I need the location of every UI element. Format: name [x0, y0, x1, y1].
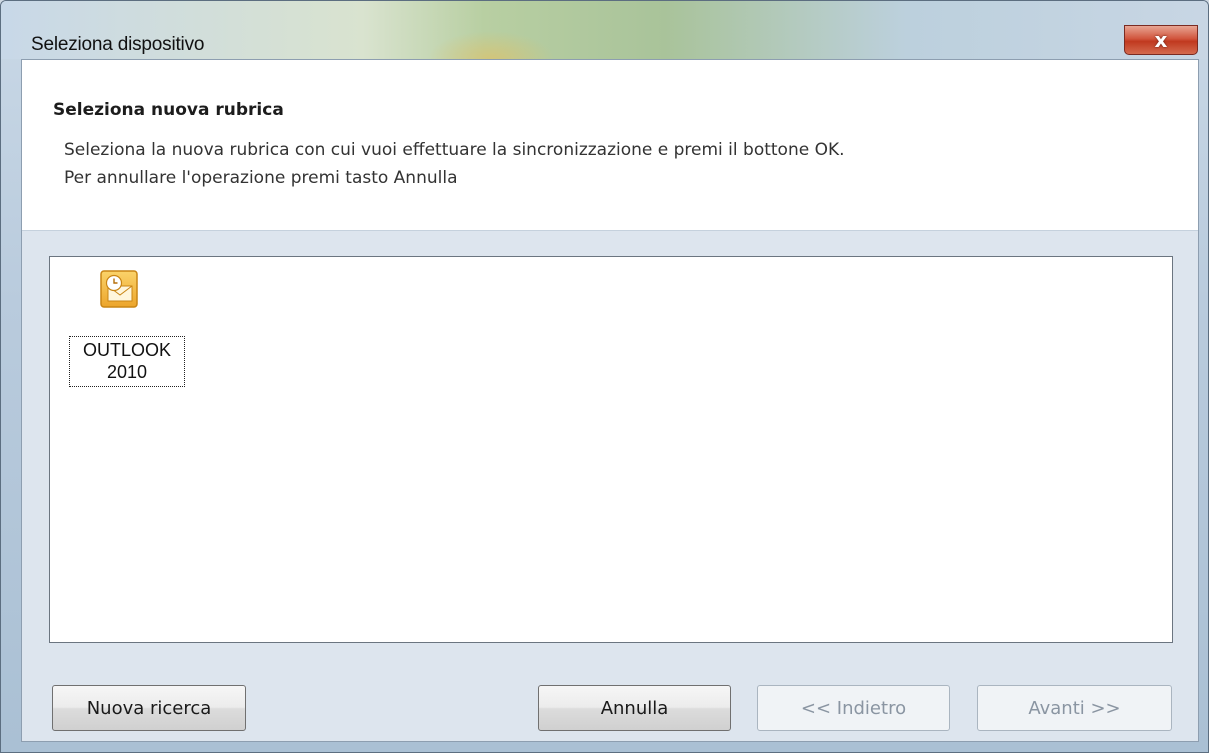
device-label-line-1: OUTLOOK	[82, 340, 171, 360]
header-title: Seleziona nuova rubrica	[53, 100, 284, 120]
close-icon: x	[1154, 28, 1168, 52]
new-search-button[interactable]: Nuova ricerca	[52, 685, 246, 731]
device-label-line-2: 2010	[106, 362, 148, 382]
header-description-line-1: Seleziona la nuova rubrica con cui vuoi …	[64, 140, 845, 160]
back-button[interactable]: << Indietro	[757, 685, 950, 731]
close-button[interactable]: x	[1124, 25, 1198, 55]
title-bar[interactable]: Seleziona dispositivo x	[1, 1, 1208, 59]
cancel-button[interactable]: Annulla	[538, 685, 731, 731]
outlook-2010-icon	[100, 270, 138, 308]
window-title: Seleziona dispositivo	[31, 34, 205, 55]
device-label: OUTLOOK 2010	[69, 336, 185, 387]
device-list[interactable]: OUTLOOK 2010	[49, 256, 1173, 643]
device-item-outlook-2010[interactable]: OUTLOOK 2010	[68, 267, 186, 397]
dialog-window: Seleziona dispositivo x Seleziona nuova …	[0, 0, 1209, 753]
dialog-client-area: Seleziona nuova rubrica Seleziona la nuo…	[21, 59, 1199, 742]
next-button[interactable]: Avanti >>	[977, 685, 1172, 731]
header-description-line-2: Per annullare l'operazione premi tasto A…	[64, 168, 458, 188]
header-panel: Seleziona nuova rubrica Seleziona la nuo…	[22, 60, 1198, 231]
